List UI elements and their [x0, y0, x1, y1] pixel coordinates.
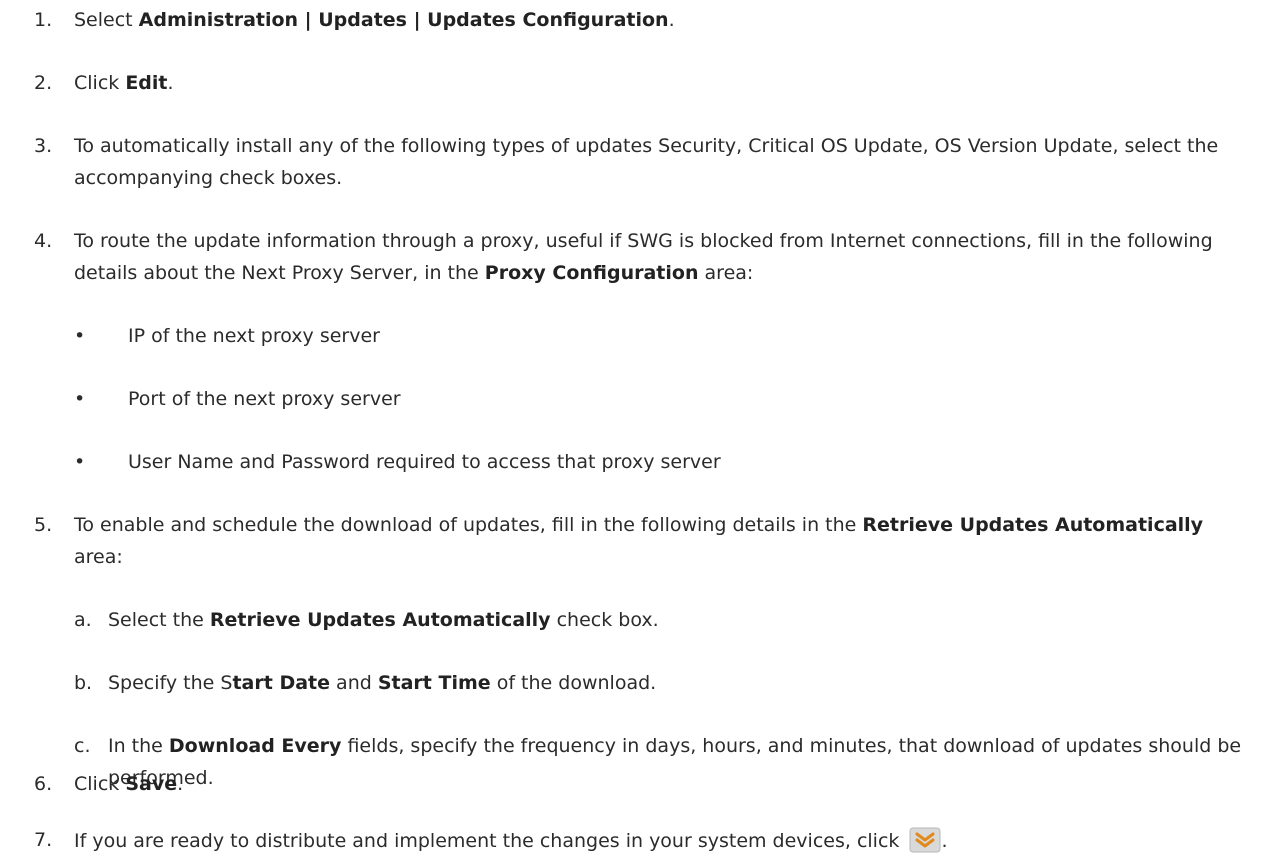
step-text-part: .	[668, 9, 675, 31]
list-item: • User Name and Password required to acc…	[74, 446, 1174, 478]
bullet-symbol: •	[74, 451, 86, 473]
step-text-part: of the download.	[490, 672, 657, 694]
checkbox-name: Retrieve Updates Automatically	[209, 609, 551, 631]
step-text-part: In the	[108, 735, 169, 757]
list-item: • Port of the next proxy server	[74, 383, 1174, 415]
step-text-part: .	[167, 72, 174, 94]
button-name-edit: Edit	[125, 72, 168, 94]
menu-path: Administration | Updates | Updates Confi…	[138, 9, 669, 31]
step-text-part: and	[330, 672, 378, 694]
step-number: 1.	[34, 9, 53, 31]
field-name-start-date: tart Date	[232, 672, 331, 694]
substep-letter: b.	[74, 672, 93, 694]
step-text-part: Specify the S	[108, 672, 233, 694]
list-item: • IP of the next proxy server	[74, 320, 1174, 352]
step-text-part: Select the	[108, 609, 210, 631]
step-1: 1. Select Administration | Updates | Upd…	[34, 4, 1249, 36]
bullet-text: User Name and Password required to acces…	[128, 451, 721, 473]
step-text-part: Click	[74, 773, 126, 795]
substep-letter: c.	[74, 735, 91, 757]
bullet-symbol: •	[74, 388, 86, 410]
step-number: 6.	[34, 773, 53, 795]
step-number: 4.	[34, 230, 53, 252]
area-name-proxy-configuration: Proxy Configuration	[484, 262, 699, 284]
step-number: 3.	[34, 135, 53, 157]
bullet-text: Port of the next proxy server	[128, 388, 401, 410]
substep-a: a. Select the Retrieve Updates Automatic…	[74, 604, 1249, 636]
button-name-save: Save	[125, 773, 178, 795]
step-3: 3. To automatically install any of the f…	[34, 130, 1249, 194]
substep-text: Select the Retrieve Updates Automaticall…	[108, 604, 1249, 636]
step-text-part: area:	[74, 546, 123, 568]
field-name-download-every: Download Every	[168, 735, 342, 757]
step-text-part: Click	[74, 72, 126, 94]
step-text-part: Select	[74, 9, 139, 31]
area-name-retrieve-updates: Retrieve Updates Automatically	[862, 514, 1204, 536]
step-text-part: If you are ready to distribute and imple…	[74, 830, 906, 852]
step-text-part: To enable and schedule the download of u…	[74, 514, 863, 536]
step-number: 2.	[34, 72, 53, 94]
substep-text: Specify the Start Date and Start Time of…	[108, 667, 1249, 699]
step-number: 5.	[34, 514, 53, 536]
step-4: 4. To route the update information throu…	[34, 225, 1249, 289]
field-name-start-time: Start Time	[377, 672, 491, 694]
step-text: To route the update information through …	[74, 225, 1249, 289]
step-text: Click Save.	[74, 770, 634, 798]
step-text: Select Administration | Updates | Update…	[74, 4, 1249, 36]
bullet-symbol: •	[74, 325, 86, 347]
bullet-text: IP of the next proxy server	[128, 325, 380, 347]
step-7: 7. If you are ready to distribute and im…	[34, 826, 1249, 855]
step-text-part: area:	[698, 262, 754, 284]
step-6: 6. Click Save.	[34, 770, 634, 798]
step-text: Click Edit.	[74, 67, 1249, 99]
step-text: To enable and schedule the download of u…	[74, 509, 1249, 573]
step-text-part: .	[941, 830, 948, 852]
step-text-part: .	[177, 773, 184, 795]
substep-letter: a.	[74, 609, 92, 631]
commit-changes-icon[interactable]	[909, 826, 941, 854]
step-number: 7.	[34, 829, 53, 851]
step-text: If you are ready to distribute and imple…	[74, 826, 1249, 855]
step-2: 2. Click Edit.	[34, 67, 1249, 99]
step-5: 5. To enable and schedule the download o…	[34, 509, 1249, 573]
step-text: To automatically install any of the foll…	[74, 135, 1219, 189]
substep-b: b. Specify the Start Date and Start Time…	[74, 667, 1249, 699]
step-text-part: check box.	[550, 609, 659, 631]
